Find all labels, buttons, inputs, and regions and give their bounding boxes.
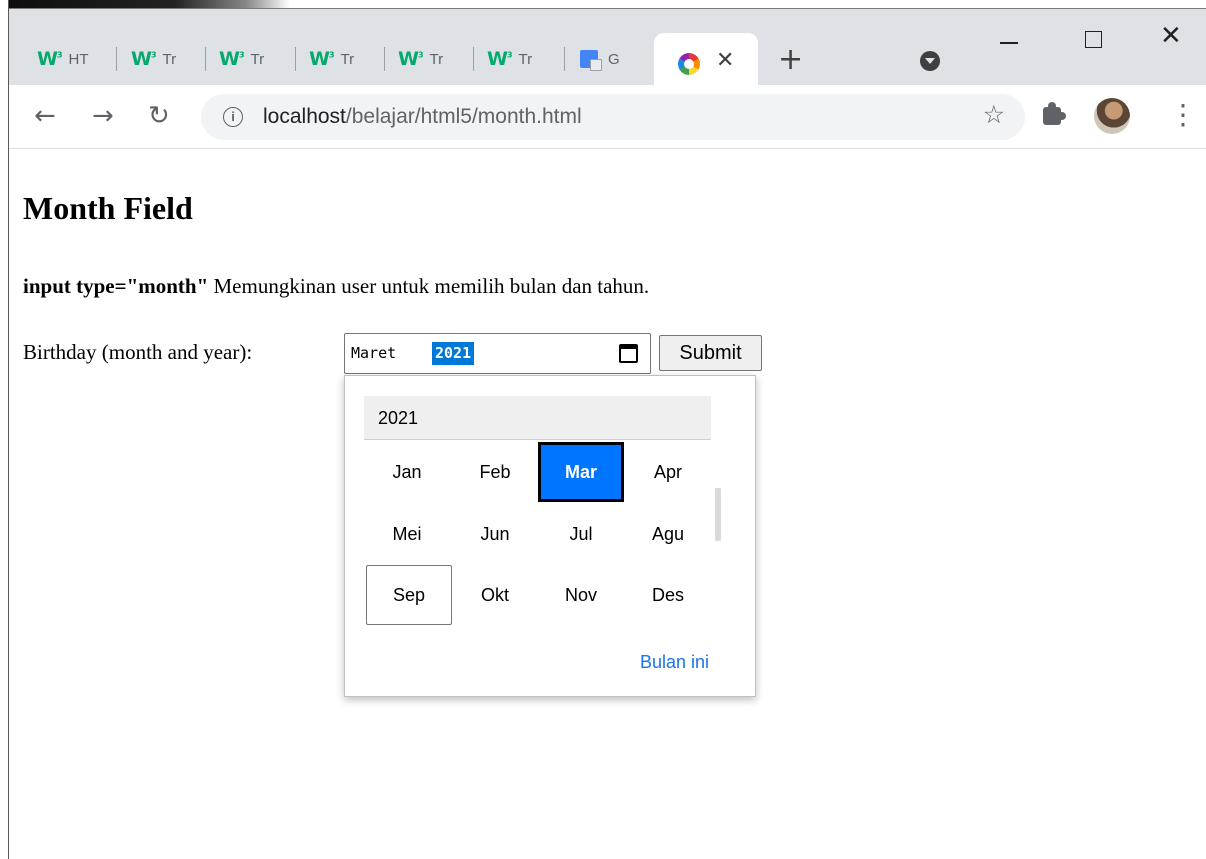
description: input type="month" Memungkinan user untu… xyxy=(23,274,649,299)
month-cell-jan[interactable]: Jan xyxy=(364,442,450,502)
month-cell-jun[interactable]: Jun xyxy=(452,504,538,564)
month-cell-des[interactable]: Des xyxy=(625,565,711,625)
back-arrow-icon[interactable]: ← xyxy=(34,101,56,131)
month-input-month[interactable]: Maret xyxy=(351,344,396,362)
maximize-icon[interactable] xyxy=(1085,31,1102,48)
url-text: localhost/belajar/html5/month.html xyxy=(263,105,582,129)
tab-title: Tr xyxy=(429,50,444,68)
url-path: /belajar/html5/month.html xyxy=(345,105,582,128)
minimize-icon[interactable] xyxy=(1000,42,1018,44)
browser-menu-icon[interactable]: ⋮ xyxy=(1169,101,1197,129)
tab-w3schools-2[interactable]: W3 Tr xyxy=(131,44,176,74)
birthday-label: Birthday (month and year): xyxy=(23,340,253,364)
tab-w3schools-5[interactable]: W3 Tr xyxy=(398,44,443,74)
month-cell-okt[interactable]: Okt xyxy=(452,565,538,625)
tab-title: HT xyxy=(68,50,89,68)
w3schools-icon: W3 xyxy=(219,48,244,70)
window-left-edge xyxy=(0,0,9,859)
w3schools-icon: W3 xyxy=(398,48,423,70)
tab-w3schools-1[interactable]: W3 HT xyxy=(37,44,89,74)
month-cell-jul[interactable]: Jul xyxy=(538,504,624,564)
calendar-icon[interactable] xyxy=(619,344,638,363)
tab-separator xyxy=(384,47,385,71)
month-cell-feb[interactable]: Feb xyxy=(452,442,538,502)
tab-w3schools-3[interactable]: W3 Tr xyxy=(219,44,264,74)
submit-button[interactable]: Submit xyxy=(659,335,762,371)
picker-scrollbar[interactable] xyxy=(715,488,721,541)
picker-year-header[interactable]: 2021 xyxy=(364,396,711,440)
month-cell-nov[interactable]: Nov xyxy=(538,565,624,625)
this-month-link[interactable]: Bulan ini xyxy=(640,652,709,673)
reload-icon[interactable]: ↻ xyxy=(148,101,170,131)
extensions-puzzle-icon[interactable] xyxy=(1043,102,1066,125)
tab-separator xyxy=(473,47,474,71)
google-translate-icon xyxy=(580,50,602,71)
month-input-year-selected[interactable]: 2021 xyxy=(432,342,475,365)
tab-separator xyxy=(295,47,296,71)
tab-title: Tr xyxy=(518,50,533,68)
w3schools-icon: W3 xyxy=(37,48,62,70)
w3schools-icon: W3 xyxy=(309,48,334,70)
w3schools-icon: W3 xyxy=(487,48,512,70)
tab-separator xyxy=(116,47,117,71)
window-close-icon[interactable]: ✕ xyxy=(1160,21,1182,51)
colorful-favicon-icon xyxy=(678,53,700,75)
page-heading: Month Field xyxy=(23,190,193,226)
tab-search-icon[interactable] xyxy=(920,51,940,71)
tab-separator xyxy=(205,47,206,71)
forward-arrow-icon[interactable]: → xyxy=(92,101,114,131)
month-input[interactable]: Maret 2021 xyxy=(344,333,651,374)
background-window-edge xyxy=(0,0,290,8)
month-cell-mar-selected[interactable]: Mar xyxy=(538,442,624,502)
profile-avatar[interactable] xyxy=(1094,98,1130,134)
month-cell-apr[interactable]: Apr xyxy=(625,442,711,502)
tab-separator xyxy=(564,47,565,71)
tab-strip: W3 HT W3 Tr W3 Tr W3 Tr W3 Tr W3 Tr G ✕ … xyxy=(9,9,1206,94)
month-cell-agu[interactable]: Agu xyxy=(625,504,711,564)
url-host: localhost xyxy=(263,105,346,128)
month-cell-sep-current[interactable]: Sep xyxy=(366,565,452,625)
tab-w3schools-4[interactable]: W3 Tr xyxy=(309,44,354,74)
tab-title: Tr xyxy=(162,50,177,68)
new-tab-icon[interactable]: + xyxy=(778,45,803,75)
info-icon[interactable]: i xyxy=(223,107,243,127)
month-picker-popup: 2021 Jan Feb Mar Apr Mei Jun Jul Agu Sep… xyxy=(344,375,756,697)
description-text: Memungkinan user untuk memilih bulan dan… xyxy=(208,274,650,298)
tab-title: Tr xyxy=(340,50,355,68)
description-code: input type="month" xyxy=(23,274,209,298)
browser-toolbar: ← → ↻ i localhost/belajar/html5/month.ht… xyxy=(9,85,1206,149)
address-bar[interactable]: i localhost/belajar/html5/month.html ☆ xyxy=(201,94,1025,140)
tab-title: Tr xyxy=(250,50,265,68)
tab-close-icon[interactable]: ✕ xyxy=(716,48,734,73)
w3schools-icon: W3 xyxy=(131,48,156,70)
tab-google-translate[interactable]: G xyxy=(580,44,620,74)
month-cell-mei[interactable]: Mei xyxy=(364,504,450,564)
tab-w3schools-6[interactable]: W3 Tr xyxy=(487,44,532,74)
tab-title: G xyxy=(608,50,620,68)
bookmark-star-icon[interactable]: ☆ xyxy=(983,100,1005,129)
